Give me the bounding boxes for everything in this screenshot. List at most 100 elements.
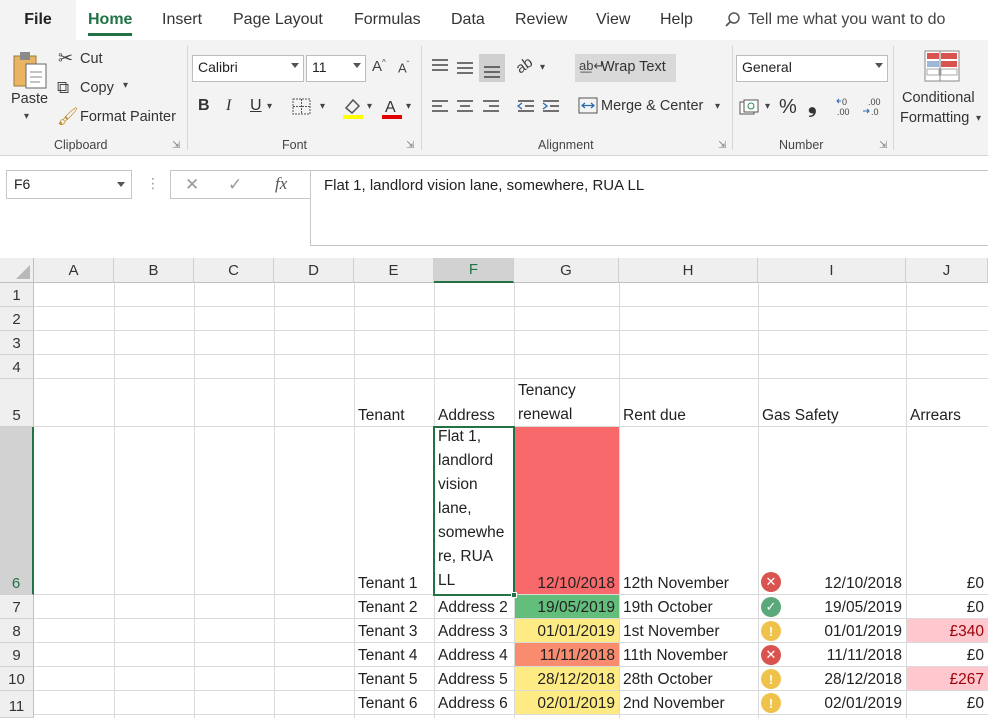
cell-gas-date[interactable]: 01/01/2019 <box>758 619 906 643</box>
underline-button[interactable]: U <box>250 97 262 115</box>
cell-gas-date[interactable]: 11/11/2018 <box>758 643 906 667</box>
row-header-4[interactable]: 4 <box>0 355 34 379</box>
paste-dropdown-icon[interactable]: ▾ <box>24 112 29 122</box>
accounting-dropdown-icon[interactable]: ▾ <box>765 102 770 112</box>
italic-button[interactable]: I <box>226 97 231 115</box>
cell-arrears[interactable]: £267 <box>906 667 988 691</box>
cell-arrears[interactable]: £0 <box>906 595 988 619</box>
cell-gas-date[interactable]: 28/12/2018 <box>758 667 906 691</box>
tab-review[interactable]: Review <box>515 0 567 40</box>
decrease-font-icon[interactable]: Aˇ <box>398 61 409 75</box>
cell-renewal[interactable]: 12/10/2018 <box>514 427 619 595</box>
cell-tenant[interactable]: Tenant 2 <box>354 595 434 619</box>
column-header-d[interactable]: D <box>274 258 354 283</box>
tab-view[interactable]: View <box>596 0 630 40</box>
header-gas-safety[interactable]: Gas Safety <box>758 379 906 427</box>
insert-function-icon[interactable]: fx <box>275 175 287 192</box>
conditional-formatting-button[interactable]: Conditional <box>902 90 975 106</box>
format-painter-button[interactable]: Format Painter <box>80 109 176 125</box>
increase-font-icon[interactable]: A^ <box>372 59 386 75</box>
formula-input[interactable]: Flat 1, landlord vision lane, somewhere,… <box>310 170 988 246</box>
tab-file[interactable]: File <box>0 0 76 40</box>
font-name-select[interactable]: Calibri <box>192 55 304 82</box>
tab-data[interactable]: Data <box>451 0 485 40</box>
bold-button[interactable]: B <box>198 97 210 115</box>
cell-tenant[interactable]: Tenant 6 <box>354 691 434 715</box>
cell-gas-date[interactable]: 19/05/2019 <box>758 595 906 619</box>
header-address[interactable]: Address <box>434 379 514 427</box>
cell-renewal[interactable]: 11/11/2018 <box>514 643 619 667</box>
column-header-b[interactable]: B <box>114 258 194 283</box>
align-top-icon[interactable] <box>430 57 450 75</box>
font-size-select[interactable]: 11 <box>306 55 366 82</box>
tab-home[interactable]: Home <box>88 0 133 40</box>
cell-renewal[interactable]: 01/01/2019 <box>514 619 619 643</box>
merge-center-icon[interactable] <box>578 97 598 115</box>
increase-decimal-icon[interactable]: 0.00 <box>836 96 860 118</box>
conditional-formatting-label[interactable]: Formatting <box>900 110 969 126</box>
cell-address[interactable]: Address 2 <box>434 595 514 619</box>
cell-arrears[interactable]: £0 <box>906 643 988 667</box>
cell-address[interactable]: Address 4 <box>434 643 514 667</box>
font-launcher-icon[interactable]: ⇲ <box>406 140 414 151</box>
percent-button[interactable]: % <box>779 96 797 119</box>
increase-indent-icon[interactable] <box>541 98 561 116</box>
row-header-1[interactable]: 1 <box>0 283 34 307</box>
cell-rent-due[interactable]: 1st November <box>619 619 758 643</box>
tab-page-layout[interactable]: Page Layout <box>233 0 323 40</box>
copy-dropdown-icon[interactable]: ▾ <box>123 81 128 91</box>
cell-rent-due[interactable]: 19th October <box>619 595 758 619</box>
more-dots-icon[interactable]: ⋮ <box>146 176 160 190</box>
cell-rent-due[interactable]: 12th November <box>619 427 758 595</box>
clipboard-launcher-icon[interactable]: ⇲ <box>172 140 180 151</box>
select-all-corner[interactable] <box>0 258 34 283</box>
tell-me-box[interactable]: Tell me what you want to do <box>724 0 945 40</box>
header-tenant[interactable]: Tenant <box>354 379 434 427</box>
cell-renewal[interactable]: 19/05/2019 <box>514 595 619 619</box>
font-color-icon[interactable]: A <box>381 96 403 120</box>
align-middle-icon[interactable] <box>455 59 475 77</box>
column-header-f[interactable]: F <box>434 258 514 283</box>
cell-address[interactable]: Address 5 <box>434 667 514 691</box>
font-color-dropdown-icon[interactable]: ▾ <box>406 102 411 112</box>
fill-color-icon[interactable] <box>342 96 364 120</box>
cell-rent-due[interactable]: 28th October <box>619 667 758 691</box>
row-header-7[interactable]: 7 <box>0 595 34 619</box>
cell-rent-due[interactable]: 11th November <box>619 643 758 667</box>
column-header-j[interactable]: J <box>906 258 988 283</box>
cell-renewal[interactable]: 02/01/2019 <box>514 691 619 715</box>
row-header-3[interactable]: 3 <box>0 331 34 355</box>
wrap-text-button[interactable]: a͟b↵ Wrap Text <box>575 54 676 82</box>
underline-dropdown-icon[interactable]: ▾ <box>267 102 272 112</box>
align-left-icon[interactable] <box>430 98 450 116</box>
column-header-g[interactable]: G <box>514 258 619 283</box>
tab-help[interactable]: Help <box>660 0 693 40</box>
decrease-indent-icon[interactable] <box>516 98 536 116</box>
name-box[interactable]: F6 <box>6 170 132 199</box>
cell-renewal[interactable]: 28/12/2018 <box>514 667 619 691</box>
enter-icon[interactable]: ✓ <box>228 176 242 193</box>
header-rent-due[interactable]: Rent due <box>619 379 758 427</box>
merge-dropdown-icon[interactable]: ▾ <box>715 102 720 112</box>
fill-handle[interactable] <box>511 592 517 598</box>
alignment-launcher-icon[interactable]: ⇲ <box>718 140 726 151</box>
column-header-i[interactable]: I <box>758 258 906 283</box>
cell-rent-due[interactable]: 2nd November <box>619 691 758 715</box>
cell-gas-date[interactable]: 12/10/2018 <box>758 427 906 595</box>
row-header-8[interactable]: 8 <box>0 619 34 643</box>
orientation-dropdown-icon[interactable]: ▾ <box>540 63 545 73</box>
cell-address[interactable]: Address 3 <box>434 619 514 643</box>
merge-center-button[interactable]: Merge & Center <box>601 98 703 114</box>
decrease-decimal-icon[interactable]: .00.0 <box>862 96 886 118</box>
row-header-2[interactable]: 2 <box>0 307 34 331</box>
tab-formulas[interactable]: Formulas <box>354 0 421 40</box>
row-header-11[interactable]: 11 <box>0 691 34 718</box>
tab-insert[interactable]: Insert <box>162 0 202 40</box>
row-header-6[interactable]: 6 <box>0 427 34 595</box>
cell-address[interactable]: Address 6 <box>434 691 514 715</box>
cell-tenant[interactable]: Tenant 3 <box>354 619 434 643</box>
cell-arrears[interactable]: £0 <box>906 427 988 595</box>
fill-color-dropdown-icon[interactable]: ▾ <box>367 102 372 112</box>
align-bottom-button[interactable] <box>479 54 505 82</box>
cell-tenant[interactable]: Tenant 5 <box>354 667 434 691</box>
